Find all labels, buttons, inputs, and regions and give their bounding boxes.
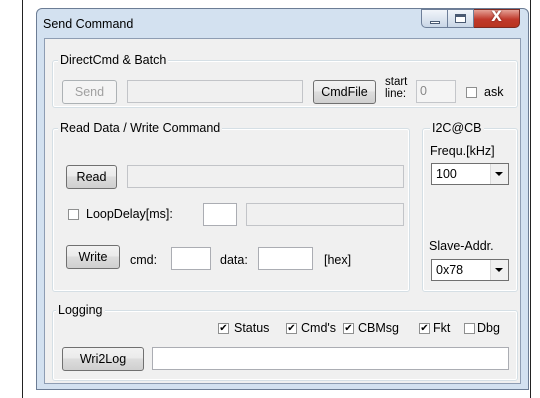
ask-checkbox[interactable]: [466, 87, 477, 98]
loop-delay-label: LoopDelay[ms]:: [86, 207, 173, 221]
background-frame-line-right: [530, 0, 531, 398]
chevron-down-icon[interactable]: [490, 164, 508, 184]
send-button[interactable]: Send: [62, 80, 117, 104]
background-frame-line-left: [22, 0, 23, 398]
close-button[interactable]: X: [474, 9, 520, 28]
frequency-label: Frequ.[kHz]: [430, 144, 495, 158]
status-label: Status: [234, 321, 270, 335]
chevron-down-icon[interactable]: [490, 260, 508, 280]
status-checkbox[interactable]: ✔: [218, 323, 229, 334]
maximize-button[interactable]: [448, 9, 474, 28]
minimize-button[interactable]: [421, 9, 448, 28]
cmd-input[interactable]: [171, 247, 211, 270]
read-data-field[interactable]: [127, 165, 404, 188]
fkt-checkbox[interactable]: ✔: [419, 323, 430, 334]
cmdfile-button[interactable]: CmdFile: [313, 80, 376, 104]
hex-label: [hex]: [324, 253, 352, 267]
frequency-value: 100: [436, 167, 457, 181]
loop-status-field[interactable]: [246, 203, 404, 226]
slave-address-value: 0x78: [436, 263, 464, 277]
slave-address-select[interactable]: 0x78: [431, 259, 509, 281]
title-bar[interactable]: Send Command X: [37, 9, 528, 37]
ask-label: ask: [484, 85, 504, 99]
check-mark-icon: ✔: [287, 323, 296, 334]
frequency-select[interactable]: 100: [431, 163, 509, 185]
send-command-window: Send Command X DirectCmd & Batch Send Cm…: [36, 8, 529, 390]
start-line-input[interactable]: 0: [416, 80, 456, 103]
logging-legend: Logging: [56, 302, 105, 318]
cbmsg-checkbox[interactable]: ✔: [343, 323, 354, 334]
read-button[interactable]: Read: [66, 165, 117, 189]
check-mark-icon: ✔: [344, 323, 353, 334]
dbg-label: Dbg: [477, 321, 500, 335]
start-line-label-top: start: [385, 76, 408, 88]
data-label: data:: [220, 253, 248, 267]
check-mark-icon: ✔: [420, 323, 429, 334]
cbmsg-label: CBMsg: [358, 321, 399, 335]
fkt-label: Fkt: [433, 321, 451, 335]
wri2log-button[interactable]: Wri2Log: [62, 347, 144, 371]
minimize-icon: [430, 21, 440, 24]
window-controls: X: [421, 9, 520, 29]
close-icon: X: [491, 9, 502, 25]
loop-delay-input[interactable]: [203, 203, 237, 226]
cmd-label: cmd:: [130, 253, 158, 267]
directcmd-batch-legend: DirectCmd & Batch: [58, 52, 169, 68]
cmds-checkbox[interactable]: ✔: [286, 323, 297, 334]
loop-delay-checkbox[interactable]: [68, 209, 79, 220]
data-input[interactable]: [258, 247, 313, 270]
command-input[interactable]: [127, 80, 303, 103]
window-title: Send Command: [43, 17, 134, 31]
slave-address-label: Slave-Addr.: [429, 239, 494, 253]
dialog-client-area: DirectCmd & Batch Send CmdFile start lin…: [44, 38, 521, 384]
cmds-label: Cmd's: [301, 321, 337, 335]
check-mark-icon: ✔: [219, 323, 228, 334]
read-write-legend: Read Data / Write Command: [58, 120, 223, 136]
dbg-checkbox[interactable]: [464, 323, 475, 334]
write-button[interactable]: Write: [66, 245, 120, 269]
i2c-legend: I2C@CB: [430, 120, 484, 136]
start-line-label-bottom: line:: [385, 88, 407, 100]
maximize-icon: [455, 14, 466, 23]
log-input[interactable]: [152, 347, 509, 370]
